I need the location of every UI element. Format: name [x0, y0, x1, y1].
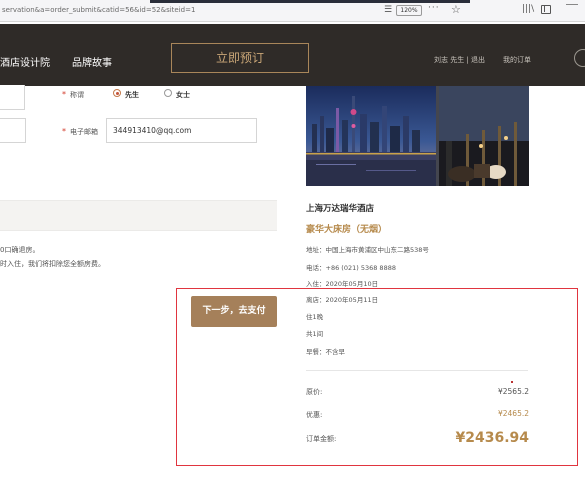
- menu-icon[interactable]: [566, 4, 578, 16]
- radio-ms-label[interactable]: 女士: [176, 90, 190, 100]
- cancellation-policy-text: 0口确退房。: [0, 246, 40, 254]
- hotel-photo-svg: [306, 86, 529, 186]
- email-field[interactable]: 344913410@qq.com: [106, 118, 257, 143]
- cancellation-policy-text: 时入住，我们将扣除您全额房费。: [0, 260, 105, 268]
- hotel-photo: [306, 86, 529, 186]
- highlight-frame: [176, 288, 578, 466]
- sidebar-icon[interactable]: [541, 5, 551, 14]
- zoom-level[interactable]: 120%: [396, 5, 422, 16]
- check-in-date: 入住：2020年05月10日: [306, 280, 379, 288]
- hotel-phone: 电话：+86 (021) 5368 8888: [306, 264, 396, 272]
- phone-field[interactable]: [0, 118, 26, 143]
- my-orders-link[interactable]: 我的订单: [503, 55, 531, 65]
- site-navbar: 酒店设计院 品牌故事 立即预订 刘志 先生 | 退出 我的订单: [0, 24, 585, 86]
- browser-toolbar: servation&a=order_submit&catid=56&id=52&…: [0, 0, 585, 22]
- required-marker: *: [62, 127, 66, 136]
- room-type: 豪华大床房（无烟）: [306, 225, 388, 235]
- hotel-name: 上海万达瑞华酒店: [306, 204, 375, 214]
- nav-item-brand-story[interactable]: 品牌故事: [72, 54, 112, 69]
- email-label: 电子邮箱: [70, 128, 98, 136]
- reserve-now-button[interactable]: 立即预订: [171, 43, 309, 73]
- page-actions-icon[interactable]: ···: [428, 3, 440, 13]
- radio-mr[interactable]: [113, 89, 121, 97]
- required-marker: *: [62, 90, 66, 99]
- browser-tab-strip: [150, 0, 470, 3]
- email-value: 344913410@qq.com: [113, 126, 192, 135]
- library-icon[interactable]: |||\: [522, 4, 534, 14]
- radio-ms[interactable]: [164, 89, 172, 97]
- radio-mr-label[interactable]: 先生: [125, 90, 139, 100]
- address-bar[interactable]: servation&a=order_submit&catid=56&id=52&…: [2, 6, 195, 14]
- name-field[interactable]: [0, 85, 25, 110]
- bookmark-star-icon[interactable]: ☆: [451, 3, 461, 16]
- nav-item-design[interactable]: 酒店设计院: [0, 54, 50, 69]
- title-label: 称谓: [70, 91, 84, 99]
- hotel-address: 地址：中国上海市黄浦区中山东二路538号: [306, 246, 429, 254]
- user-account-link[interactable]: 刘志 先生 | 退出: [434, 55, 485, 65]
- reader-view-icon[interactable]: ☰: [383, 5, 393, 15]
- section-header-bar: [0, 200, 277, 231]
- wechat-icon[interactable]: [574, 49, 585, 67]
